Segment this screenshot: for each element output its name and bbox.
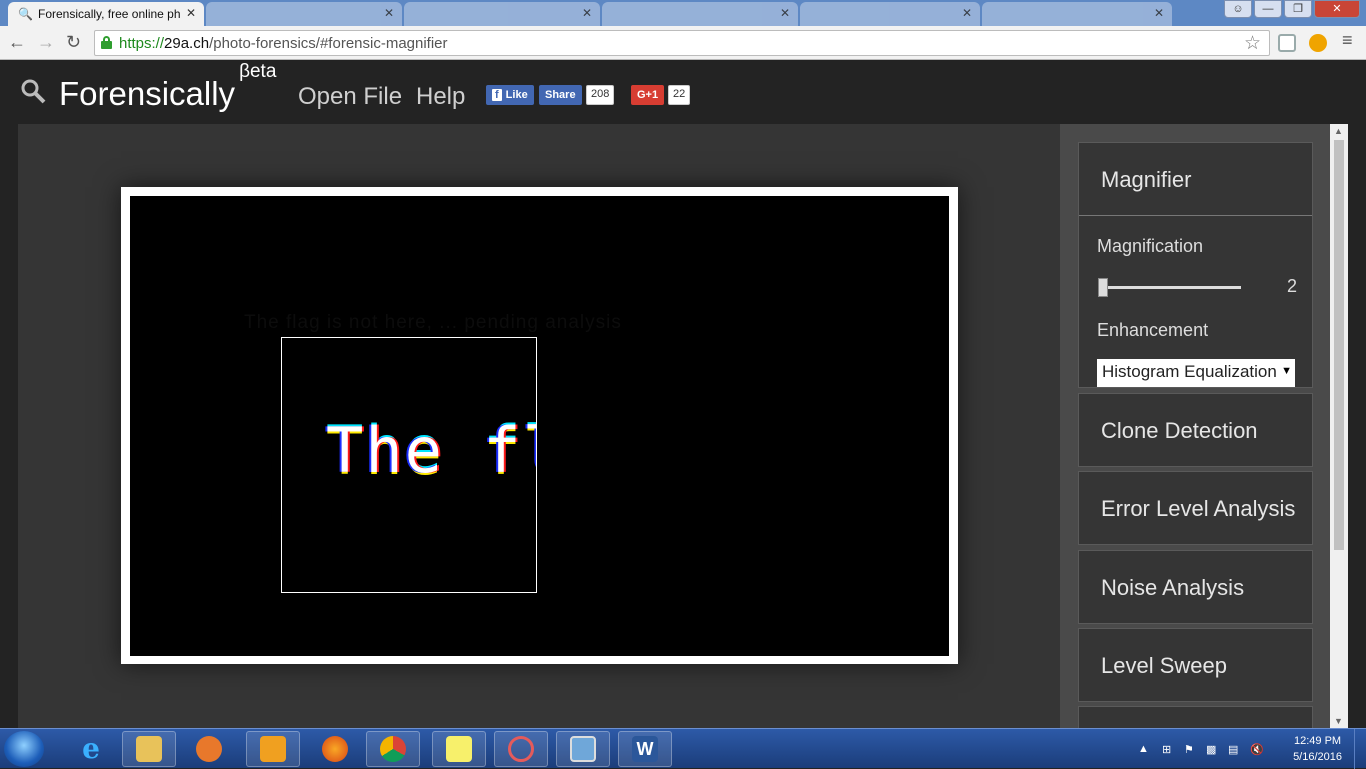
clock-date: 5/16/2016 [1293, 751, 1342, 763]
snipping-tool-icon[interactable] [494, 731, 548, 767]
google-plus-count: 22 [668, 85, 691, 105]
word-icon[interactable]: W [618, 731, 672, 767]
facebook-icon: f [492, 89, 502, 101]
magnification-value: 2 [1287, 276, 1298, 296]
photo-viewer-icon[interactable] [556, 731, 610, 767]
restore-icon[interactable]: ❐ [1284, 0, 1312, 18]
clock-time: 12:49 PM [1293, 735, 1342, 747]
outlook-icon[interactable] [246, 731, 300, 767]
facebook-share-button[interactable]: Share [539, 85, 582, 105]
noise-analysis-panel[interactable]: Noise Analysis [1078, 550, 1313, 624]
magnifier-panel: Magnifier Magnification 2 Enhancement Hi… [1078, 142, 1313, 388]
close-tab-icon[interactable]: ✕ [962, 6, 972, 20]
image-workspace: The flag is not here, ... pending analys… [18, 124, 1060, 728]
system-tray: ▲ ⊞ ⚑ ▩ ▤ 🔇 12:49 PM 5/16/2016 [1126, 729, 1366, 769]
close-tab-icon[interactable]: ✕ [582, 6, 592, 20]
magnifier-panel-title[interactable]: Magnifier [1079, 143, 1312, 216]
clock[interactable]: 12:49 PM 5/16/2016 [1293, 733, 1342, 765]
open-file-link[interactable]: Open File [298, 83, 402, 111]
magnifier-logo-icon [21, 79, 46, 104]
tab-background-5[interactable]: ✕ [982, 2, 1172, 26]
page-scrollbar[interactable]: ▲ ▼ [1330, 124, 1348, 728]
dropdown-arrow-icon: ▼ [1281, 365, 1292, 377]
extension-icon[interactable] [1309, 34, 1327, 52]
close-tab-icon[interactable]: ✕ [384, 6, 394, 20]
address-bar[interactable]: https://29a.ch/photo-forensics/#forensic… [94, 30, 1270, 56]
sticky-notes-icon[interactable] [432, 731, 486, 767]
volume-muted-icon[interactable]: 🔇 [1250, 743, 1264, 756]
show-desktop-button[interactable] [1354, 729, 1366, 769]
show-hidden-icons-icon[interactable]: ▲ [1138, 743, 1150, 755]
error-level-analysis-panel[interactable]: Error Level Analysis [1078, 471, 1313, 545]
magnified-text: The fla [326, 414, 536, 487]
magnifier-loupe[interactable]: The fla [281, 337, 537, 593]
firefox-icon[interactable] [308, 731, 362, 767]
magnification-slider-handle[interactable] [1098, 278, 1108, 297]
tab-background-4[interactable]: ✕ [800, 2, 980, 26]
back-icon[interactable]: ← [8, 32, 26, 53]
level-sweep-panel[interactable]: Level Sweep [1078, 628, 1313, 702]
network-icon[interactable]: ▤ [1228, 743, 1240, 756]
clone-detection-panel[interactable]: Clone Detection [1078, 393, 1313, 467]
tab-background-3[interactable]: ✕ [602, 2, 798, 26]
minimize-icon[interactable]: — [1254, 0, 1282, 18]
tab-background-2[interactable]: ✕ [404, 2, 600, 26]
image-frame: The flag is not here, ... pending analys… [121, 187, 958, 664]
site-title[interactable]: Forensicallyβeta [59, 61, 276, 113]
site-header: Forensicallyβeta Open File Help f Like S… [0, 61, 1366, 124]
lock-icon [101, 36, 112, 49]
windows-icon[interactable]: ⊞ [1162, 743, 1174, 756]
close-tab-icon[interactable]: ✕ [186, 6, 196, 20]
enhancement-select[interactable]: Histogram Equalization ▼ [1097, 359, 1295, 387]
url-text: https://29a.ch/photo-forensics/#forensic… [119, 35, 448, 52]
close-tab-icon[interactable]: ✕ [780, 6, 790, 20]
magnifier-favicon-icon: 🔍 [18, 7, 33, 21]
tab-forensically[interactable]: 🔍 Forensically, free online ph ✕ [8, 2, 204, 26]
facebook-like-button[interactable]: f Like [486, 85, 534, 105]
shield-extension-icon[interactable] [1278, 34, 1296, 52]
enhancement-label: Enhancement [1097, 320, 1209, 340]
file-explorer-icon[interactable] [122, 731, 176, 767]
user-icon[interactable]: ☺ [1224, 0, 1252, 18]
bookmark-star-icon[interactable]: ☆ [1244, 32, 1261, 55]
tab-background-1[interactable]: ✕ [206, 2, 402, 26]
internet-explorer-icon[interactable]: e [64, 731, 118, 767]
action-center-flag-icon[interactable]: ⚑ [1184, 743, 1196, 756]
scroll-up-icon[interactable]: ▲ [1334, 126, 1343, 136]
page: Forensicallyβeta Open File Help f Like S… [0, 61, 1366, 728]
next-tool-panel[interactable] [1078, 706, 1313, 728]
device-icon[interactable]: ▩ [1206, 743, 1218, 756]
tab-title: Forensically, free online ph [38, 7, 181, 21]
scroll-down-icon[interactable]: ▼ [1334, 716, 1343, 726]
media-player-icon[interactable] [182, 731, 236, 767]
browser-tab-strip: 🔍 Forensically, free online ph ✕ ✕ ✕ ✕ ✕… [0, 0, 1366, 26]
tools-sidebar: Magnifier Magnification 2 Enhancement Hi… [1060, 124, 1330, 728]
close-window-icon[interactable]: ✕ [1314, 0, 1360, 18]
magnification-slider-track[interactable] [1101, 286, 1241, 289]
reload-icon[interactable]: ↻ [66, 32, 81, 53]
start-button[interactable] [4, 731, 44, 767]
windows-taskbar: e W ▲ ⊞ ⚑ ▩ ▤ 🔇 12:49 PM 5/16/2016 [0, 728, 1366, 769]
share-count: 208 [586, 85, 615, 105]
browser-toolbar: ← → ↻ https://29a.ch/photo-forensics/#fo… [0, 26, 1366, 60]
close-tab-icon[interactable]: ✕ [1154, 6, 1164, 20]
help-link[interactable]: Help [416, 83, 465, 111]
window-controls: ☺ — ❐ ✕ [1224, 0, 1360, 18]
image-canvas[interactable]: The flag is not here, ... pending analys… [130, 196, 949, 656]
chrome-icon[interactable] [366, 731, 420, 767]
menu-icon[interactable]: ≡ [1342, 30, 1353, 51]
magnification-label: Magnification [1097, 236, 1204, 256]
forward-icon[interactable]: → [37, 32, 55, 53]
hidden-image-text: The flag is not here, ... pending analys… [244, 312, 622, 333]
google-plus-button[interactable]: G+1 [631, 85, 665, 105]
scrollbar-thumb[interactable] [1334, 140, 1344, 550]
